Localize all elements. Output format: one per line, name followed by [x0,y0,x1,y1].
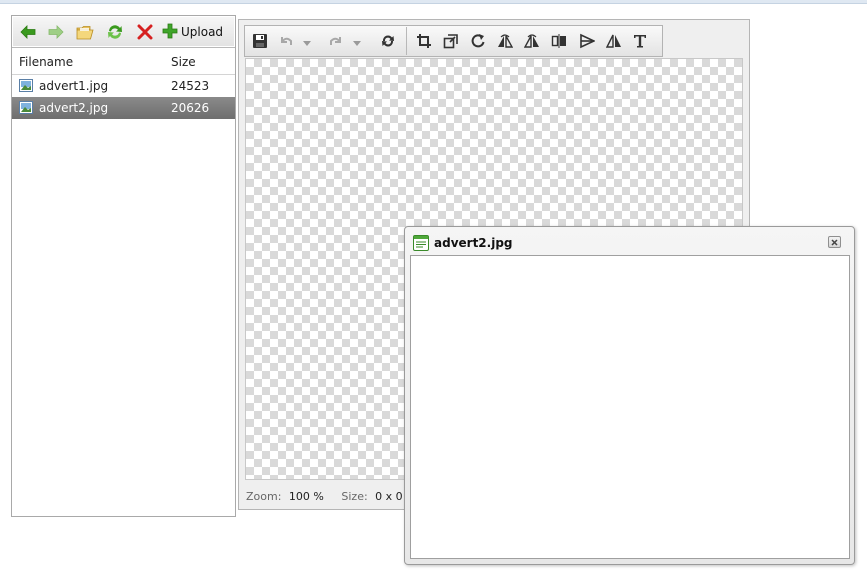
plus-icon [162,23,178,42]
size-label: Size: [341,490,368,503]
open-folder-button[interactable] [75,22,95,42]
mirror-icon [551,33,567,52]
save-icon [252,33,268,52]
flip-vertical-button[interactable] [496,33,514,51]
column-header-size[interactable]: Size [171,55,196,69]
undo-icon [278,33,294,52]
arrow-left-icon [20,25,36,39]
flip-icon [605,33,622,52]
text-button[interactable] [631,33,649,51]
flip-vertical-icon [497,33,514,52]
file-size: 24523 [171,79,210,93]
undo-dropdown-button[interactable] [301,33,313,51]
top-border [0,0,867,4]
arrow-tool-icon [579,33,596,52]
arrow-right-icon [48,25,64,39]
upload-button[interactable]: Upload [162,22,223,42]
revert-icon [380,33,396,52]
file-browser-panel: Upload Filename Size advert1.jpg 24523 a… [11,15,236,517]
close-button[interactable] [828,236,841,248]
mirror-button[interactable] [550,33,568,51]
flip-horizontal-icon [523,33,540,52]
file-name: advert1.jpg [39,79,109,93]
close-icon [831,235,838,249]
crop-button[interactable] [415,33,433,51]
redo-icon [328,33,344,52]
image-file-icon [19,79,33,92]
rotate-button[interactable] [469,33,487,51]
back-button[interactable] [18,22,38,42]
zoom-value: 100 % [288,490,324,503]
resize-icon [443,33,459,52]
flip-button[interactable] [605,33,623,51]
text-icon [632,33,648,52]
window-icon [413,235,429,251]
rotate-icon [470,33,486,52]
window-content [410,255,850,559]
save-button[interactable] [251,33,269,51]
zoom-label: Zoom: [246,490,282,503]
flip-horizontal-button[interactable] [523,33,541,51]
arrow-tool-button[interactable] [578,33,596,51]
redo-dropdown-button[interactable] [351,33,363,51]
preview-window[interactable]: advert2.jpg [404,226,855,565]
toolbar-separator [406,27,407,55]
refresh-button[interactable] [105,22,125,42]
delete-button[interactable] [135,22,155,42]
window-title: advert2.jpg [434,236,513,250]
editor-toolbar [244,25,663,57]
undo-dropdown-icon [303,35,311,49]
forward-button[interactable] [46,22,66,42]
file-row-selected[interactable]: advert2.jpg 20626 [12,97,235,119]
redo-dropdown-icon [353,35,361,49]
redo-button[interactable] [327,33,345,51]
file-list-header: Filename Size [12,49,235,75]
column-header-filename[interactable]: Filename [19,55,73,69]
image-file-icon [19,101,33,114]
upload-label: Upload [181,25,224,39]
file-row[interactable]: advert1.jpg 24523 [12,75,235,97]
file-name: advert2.jpg [39,101,109,115]
file-size: 20626 [171,101,210,115]
file-toolbar: Upload [12,16,235,48]
crop-icon [416,33,432,52]
editor-status-bar: Zoom: 100 % Size: 0 x 0 px [246,490,420,506]
resize-button[interactable] [442,33,460,51]
undo-button[interactable] [277,33,295,51]
delete-icon [137,24,153,40]
refresh-icon [106,23,124,41]
folder-open-icon [76,25,94,40]
revert-button[interactable] [379,33,397,51]
